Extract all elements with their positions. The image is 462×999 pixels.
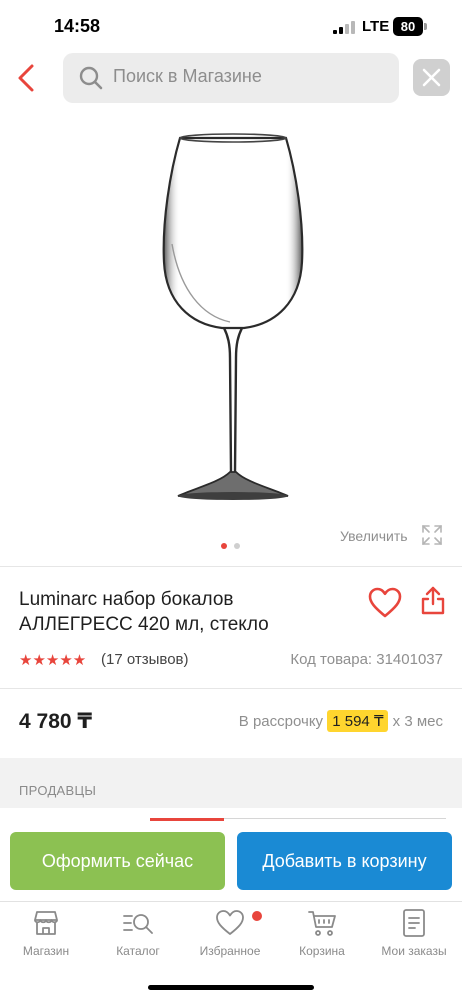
installment-info[interactable]: В рассрочку 1 594 ₸ х 3 мес xyxy=(200,710,443,732)
cart-icon xyxy=(308,911,336,936)
installment-amount: 1 594 ₸ xyxy=(327,710,389,732)
tab-label: Мои заказы xyxy=(381,944,447,958)
status-bar: 14:58 LTE 80 xyxy=(0,0,462,54)
tab-store[interactable]: Магазин xyxy=(0,908,92,968)
zoom-button[interactable]: Увеличить xyxy=(340,521,446,551)
installment-prefix: В рассрочку xyxy=(238,713,324,730)
divider xyxy=(0,566,462,567)
checkout-now-button[interactable]: Оформить сейчас xyxy=(10,832,225,890)
battery-level: 80 xyxy=(400,19,416,34)
header xyxy=(0,52,462,104)
product-price: 4 780 ₸ xyxy=(19,710,92,733)
pager-dot xyxy=(234,543,240,549)
tab-label: Магазин xyxy=(22,944,70,958)
heart-icon xyxy=(216,910,244,935)
search-box[interactable] xyxy=(63,53,399,103)
clear-search-button[interactable] xyxy=(413,59,450,96)
sellers-section: ПРОДАВЦЫ xyxy=(0,758,462,808)
tab-label: Каталог xyxy=(116,944,160,958)
catalog-search-icon xyxy=(123,914,153,934)
tab-favorites[interactable]: Избранное xyxy=(184,908,276,968)
pager-dot-active xyxy=(221,543,227,549)
status-time: 14:58 xyxy=(54,16,101,36)
add-to-cart-button[interactable]: Добавить в корзину xyxy=(237,832,452,890)
sellers-title: ПРОДАВЦЫ xyxy=(19,783,97,798)
installment-term: х 3 мес xyxy=(392,713,443,730)
tab-label: Избранное xyxy=(199,944,261,958)
heart-icon xyxy=(368,587,402,618)
battery-icon: 80 xyxy=(393,17,423,36)
back-button[interactable] xyxy=(10,58,44,98)
divider xyxy=(0,688,462,689)
chevron-left-icon xyxy=(18,64,34,92)
store-icon xyxy=(34,911,58,935)
tab-label: Корзина xyxy=(299,944,345,958)
favorite-button[interactable] xyxy=(368,587,402,619)
close-icon xyxy=(422,68,441,87)
zoom-label: Увеличить xyxy=(340,528,408,544)
orders-icon xyxy=(403,909,425,937)
product-title: Luminarc набор бокалов АЛЛЕГРЕСС 420 мл,… xyxy=(19,589,269,635)
tab-cart[interactable]: Корзина xyxy=(276,908,368,968)
rating-stars: ★★★★★ xyxy=(19,652,87,669)
product-sku: Код товара: 31401037 xyxy=(290,651,443,668)
tab-catalog[interactable]: Каталог xyxy=(92,908,184,968)
signal-icon xyxy=(333,21,355,34)
reviews-link[interactable]: (17 отзывов) xyxy=(101,651,189,668)
search-icon xyxy=(79,66,103,90)
wine-glass-image xyxy=(162,133,304,500)
battery-tip xyxy=(424,23,427,30)
network-type: LTE xyxy=(362,18,390,35)
seller-tabs-peek xyxy=(150,818,446,821)
notification-badge xyxy=(252,911,262,921)
home-indicator xyxy=(148,985,314,990)
tab-orders[interactable]: Мои заказы xyxy=(368,908,460,968)
search-input[interactable] xyxy=(113,66,383,87)
share-icon xyxy=(421,586,445,615)
share-button[interactable] xyxy=(421,585,445,615)
product-image[interactable] xyxy=(150,132,315,504)
expand-icon xyxy=(422,525,442,545)
